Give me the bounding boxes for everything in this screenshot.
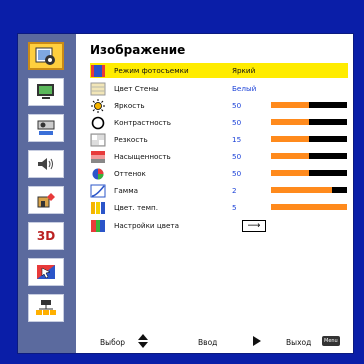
enter-hint-label: Ввод [198, 338, 218, 347]
display-mode-icon [91, 64, 105, 77]
row-label: Яркость [114, 101, 145, 110]
menu-row-color-settings[interactable]: Настройки цвета ⟶ [90, 218, 348, 233]
color-temp-icon [91, 201, 105, 214]
options-icon [37, 193, 55, 208]
sidebar: 3D [18, 34, 76, 353]
wall-color-icon [90, 82, 106, 95]
row-label: Оттенок [114, 169, 146, 178]
select-hint-label: Выбор [100, 338, 126, 347]
row-value: 5 [232, 203, 237, 212]
slider-fill [271, 170, 309, 176]
saturation-icon [91, 150, 105, 163]
menu-row-display-mode[interactable]: Режим фотосъемки Яркий [90, 63, 348, 78]
sidebar-item-lan[interactable] [28, 294, 64, 322]
slider-fill [271, 136, 309, 142]
picture-icon [35, 47, 55, 65]
slider-fill [271, 102, 309, 108]
slider-fill [271, 119, 309, 125]
tint-slider[interactable] [271, 170, 347, 176]
slider-fill [271, 153, 309, 159]
menu-row-brightness[interactable]: Яркость 50 [90, 98, 348, 113]
row-label: Цвет. темп. [114, 203, 159, 212]
row-label: Насыщенность [114, 152, 171, 161]
sun-icon [91, 98, 105, 113]
projector-icon [37, 120, 55, 135]
row-value: 2 [232, 186, 237, 195]
menu-row-gamma[interactable]: Гамма 2 [90, 183, 348, 198]
up-down-arrows-icon [138, 334, 148, 348]
tint-icon [92, 168, 104, 179]
row-label: Контрастность [114, 118, 171, 127]
row-label: Гамма [114, 186, 139, 195]
page-title: Изображение [90, 43, 186, 57]
menu-row-tint[interactable]: Оттенок 50 [90, 166, 348, 181]
speaker-icon [38, 158, 53, 170]
sidebar-item-audio[interactable] [28, 150, 64, 178]
main-content: Изображение Режим фотосъемки Яркий Цвет … [76, 34, 353, 353]
menu-row-contrast[interactable]: Контрастность 50 [90, 115, 348, 130]
contrast-slider[interactable] [271, 119, 347, 125]
gamma-icon [90, 184, 106, 197]
contrast-icon [91, 116, 105, 129]
menu-row-wall-color[interactable]: Цвет Стены Белый [90, 81, 348, 96]
row-label: Резкость [114, 135, 148, 144]
brightness-slider[interactable] [271, 102, 347, 108]
row-label: Настройки цвета [114, 221, 180, 230]
sidebar-item-setup[interactable] [28, 114, 64, 142]
row-value: Белый [232, 84, 257, 93]
slider-fill [271, 187, 332, 193]
sharpness-icon [90, 133, 106, 146]
menu-row-saturation[interactable]: Насыщенность 50 [90, 149, 348, 164]
monitor-icon [37, 84, 54, 99]
sidebar-item-image[interactable] [28, 42, 64, 70]
sidebar-item-network[interactable] [28, 258, 64, 286]
color-settings-icon [91, 219, 105, 232]
osd-panel: 3D Изображение Режим фотосъемки Яркий Цв… [17, 33, 354, 354]
sidebar-item-options[interactable] [28, 186, 64, 214]
row-value: 50 [232, 152, 242, 161]
row-value: 15 [232, 135, 242, 144]
sharpness-slider[interactable] [271, 136, 347, 142]
row-value: 50 [232, 118, 242, 127]
menu-row-color-temp[interactable]: Цвет. темп. 5 [90, 200, 348, 215]
network-icon [37, 265, 55, 279]
row-label: Цвет Стены [114, 84, 159, 93]
row-label: Режим фотосъемки [114, 66, 189, 75]
row-value: 50 [232, 101, 242, 110]
gamma-slider[interactable] [271, 187, 347, 193]
enter-arrow-icon[interactable]: ⟶ [242, 220, 266, 232]
color-temp-slider[interactable] [271, 204, 347, 210]
slider-fill [271, 204, 347, 210]
saturation-slider[interactable] [271, 153, 347, 159]
menu-row-sharpness[interactable]: Резкость 15 [90, 132, 348, 147]
row-value: Яркий [232, 66, 256, 75]
3d-icon: 3D [36, 229, 56, 243]
row-value: 50 [232, 169, 242, 178]
right-arrow-icon [253, 336, 261, 346]
sidebar-item-display[interactable] [28, 78, 64, 106]
lan-icon [36, 300, 56, 315]
sidebar-item-3d[interactable]: 3D [28, 222, 64, 250]
menu-key-icon: Menu [322, 336, 340, 346]
exit-hint-label: Выход [286, 338, 312, 347]
